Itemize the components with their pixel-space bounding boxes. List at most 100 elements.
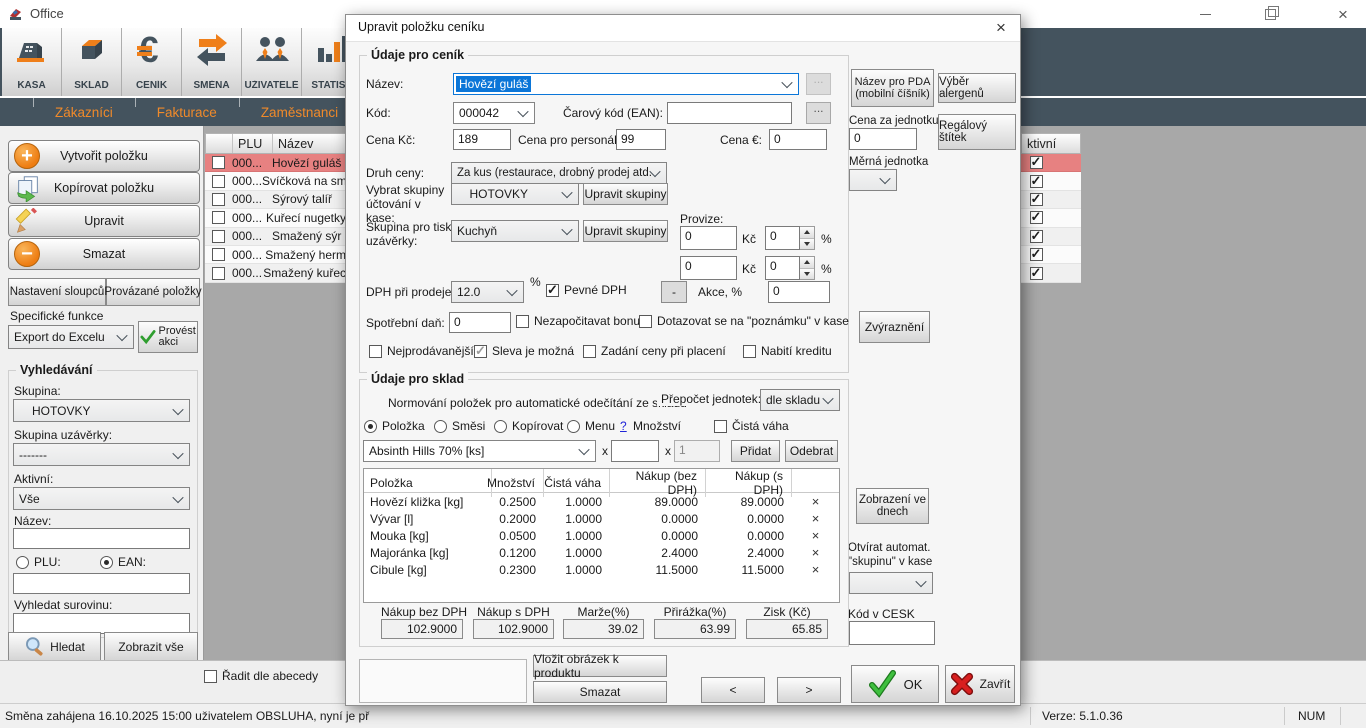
highlight-button[interactable]: Zvýraznění [859, 311, 930, 343]
toolbar-sklad[interactable]: SKLAD [62, 28, 122, 96]
col-header[interactable]: Nákup (bez DPH) [610, 469, 706, 497]
closure-group-select[interactable]: ------- [13, 443, 190, 466]
ean-radio[interactable] [100, 556, 113, 569]
spinner-up-icon[interactable] [800, 227, 814, 239]
run-action-button[interactable]: Provést akci [138, 321, 198, 353]
discount-checkbox[interactable] [474, 345, 487, 358]
export-select[interactable]: Export do Excelu [8, 325, 134, 349]
promo-input[interactable]: 0 [768, 281, 830, 303]
active-checkbox[interactable] [1030, 175, 1043, 188]
spinner-down-icon[interactable] [800, 269, 814, 280]
linked-items-button[interactable]: Provázané položky [106, 278, 200, 306]
price-on-payment-checkbox[interactable] [583, 345, 596, 358]
edit-item-button[interactable]: Upravit [8, 205, 200, 237]
ingredient-row[interactable]: Majoránka [kg] 0.1200 1.0000 2.4000 2.40… [364, 544, 839, 561]
table-row[interactable]: 000... Smažený sýr [205, 228, 346, 246]
toolbar-uzivatele[interactable]: UŽIVATELÉ [242, 28, 302, 96]
print-group-select[interactable]: Kuchyň [451, 220, 579, 242]
active-checkbox[interactable] [1030, 211, 1043, 224]
ean-browse-button[interactable]: ... [806, 102, 831, 124]
spinner-up-icon[interactable] [800, 257, 814, 269]
table-row[interactable] [1021, 228, 1081, 246]
edit-print-groups-button[interactable]: Upravit skupiny [583, 220, 668, 242]
vat-select[interactable]: 12.0 [451, 281, 524, 303]
active-checkbox[interactable] [1030, 230, 1043, 243]
delete-image-button[interactable]: Smazat [533, 681, 667, 703]
toolbar-kasa[interactable]: KASA [2, 28, 62, 96]
row-checkbox[interactable] [212, 248, 225, 261]
row-checkbox[interactable] [212, 230, 225, 243]
spinner-down-icon[interactable] [800, 239, 814, 250]
col-header[interactable]: Nákup (s DPH) [706, 469, 792, 497]
row-checkbox[interactable] [212, 211, 225, 224]
auto-open-select[interactable] [849, 572, 933, 594]
group-filter-select[interactable]: HOTOVKY [13, 399, 190, 422]
table-row[interactable] [1021, 191, 1081, 209]
delete-row-icon[interactable]: × [792, 562, 839, 577]
ingredient-row[interactable]: Cibule [kg] 0.2300 1.0000 11.5000 11.500… [364, 561, 839, 578]
plu-column-header[interactable]: PLU [233, 134, 273, 153]
days-view-button[interactable]: Zobrazení ve dnech [856, 488, 929, 524]
delete-row-icon[interactable]: × [792, 511, 839, 526]
tab-zamestnanci[interactable]: Zaměstnanci [261, 105, 338, 120]
commission-percent-2[interactable]: 0 [765, 256, 815, 280]
delete-row-icon[interactable]: × [792, 545, 839, 560]
cancel-button[interactable]: Zavřít [945, 665, 1015, 703]
excise-input[interactable]: 0 [449, 312, 511, 333]
show-all-button[interactable]: Zobrazit vše [104, 632, 198, 661]
copy-item-button[interactable]: Kopírovat položku [8, 172, 200, 204]
ok-button[interactable]: OK [851, 665, 939, 703]
table-row[interactable] [1021, 246, 1081, 264]
table-row[interactable]: 000... Smažený herm [205, 246, 346, 264]
tab-fakturace[interactable]: Fakturace [157, 105, 217, 120]
row-checkbox[interactable] [212, 175, 225, 188]
item-name-combo[interactable]: Hovězí guláš [453, 73, 799, 95]
active-filter-select[interactable]: Vše [13, 487, 190, 510]
bestseller-checkbox[interactable] [369, 345, 382, 358]
net-weight-checkbox[interactable] [714, 420, 727, 433]
active-column-header[interactable]: ktivní [1022, 134, 1080, 153]
ingredient-row[interactable]: Mouka [kg] 0.0500 1.0000 0.0000 0.0000 × [364, 527, 839, 544]
active-checkbox[interactable] [1030, 193, 1043, 206]
credit-checkbox[interactable] [743, 345, 756, 358]
ingredient-row[interactable]: Hovězí kližka [kg] 0.2500 1.0000 89.0000… [364, 493, 839, 510]
allergens-button[interactable]: Výběr alergenů [938, 73, 1016, 103]
delete-item-button[interactable]: − Smazat [8, 238, 200, 270]
name-browse-button[interactable]: ... [806, 73, 831, 95]
name-filter-input[interactable] [13, 528, 190, 549]
quantity2-input[interactable]: 1 [674, 440, 720, 462]
column-settings-button[interactable]: Nastavení sloupců [8, 278, 106, 306]
active-checkbox[interactable] [1030, 156, 1043, 169]
table-row[interactable] [1021, 264, 1081, 282]
cesk-code-input[interactable] [849, 621, 935, 645]
price-czk-input[interactable]: 189 [453, 129, 511, 150]
table-row[interactable]: 000... Svíčková na sm [205, 172, 346, 190]
price-eur-input[interactable]: 0 [769, 129, 827, 150]
prev-item-button[interactable]: < [701, 677, 765, 703]
spinner-value[interactable]: 0 [765, 226, 800, 250]
pda-name-button[interactable]: Název pro PDA (mobilní číšník) [851, 69, 934, 107]
toolbar-smena[interactable]: SMĚNA [182, 28, 242, 96]
table-row[interactable]: 000... Smažený kuřec [205, 264, 346, 282]
table-row[interactable]: 000... Sýrový talíř [205, 191, 346, 209]
no-bonus-checkbox[interactable] [516, 315, 529, 328]
close-button[interactable]: × [1320, 0, 1366, 28]
name-column-header[interactable]: Název [273, 134, 345, 153]
insert-image-button[interactable]: Vložit obrázek k produktu [533, 655, 667, 677]
row-checkbox[interactable] [212, 156, 225, 169]
col-header[interactable]: Čistá váha [544, 469, 610, 497]
spinner-value[interactable]: 0 [765, 256, 800, 280]
promo-minus-button[interactable]: - [661, 281, 687, 303]
ingredient-row[interactable]: Vývar [l] 0.2000 1.0000 0.0000 0.0000 × [364, 510, 839, 527]
fixed-vat-checkbox[interactable] [546, 284, 559, 297]
unit-select[interactable] [849, 169, 897, 191]
code-filter-input[interactable] [13, 573, 190, 594]
table-row[interactable] [1021, 154, 1081, 172]
create-item-button[interactable]: + Vytvořit položku [8, 140, 200, 172]
ean-input[interactable] [667, 102, 792, 124]
table-row[interactable]: 000... Kuřecí nugetky [205, 209, 346, 227]
item-radio[interactable] [364, 420, 377, 433]
col-header[interactable]: Množství [492, 469, 544, 497]
table-row[interactable] [1021, 172, 1081, 190]
ingredient-select[interactable]: Absinth Hills 70% [ks] [363, 440, 596, 462]
